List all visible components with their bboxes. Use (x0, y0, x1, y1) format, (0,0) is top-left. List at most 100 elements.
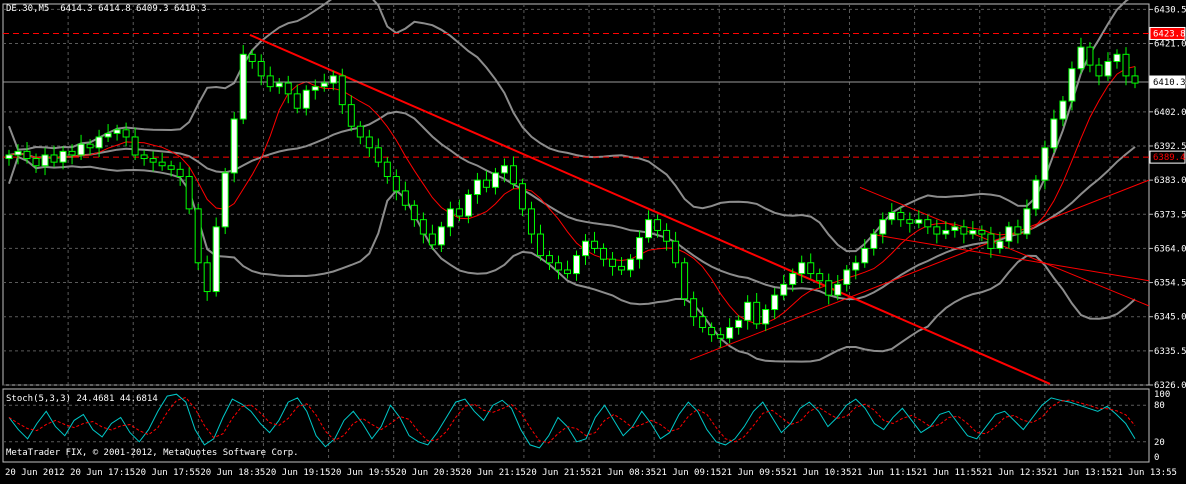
time-label: 20 Jun 19:15 (265, 468, 330, 478)
candle-body (654, 219, 662, 231)
candle-body (987, 233, 995, 249)
candle-body (1023, 208, 1031, 235)
candle-body (852, 262, 860, 271)
time-label: 20 Jun 2012 (5, 468, 65, 478)
candle-body (753, 301, 761, 325)
candle-body (1095, 64, 1103, 77)
candle-body (383, 161, 391, 178)
candle-body (888, 211, 896, 221)
candle-body (5, 154, 13, 160)
candle-body (1122, 53, 1130, 77)
price-tick-label: 6335.5 (1154, 347, 1186, 357)
candle-body (140, 154, 148, 160)
stoch-main-line (8, 393, 1136, 449)
chart-window: 6430.5 6421.0 6410.3 6402.0 6392.5 6383.0 6373… (0, 0, 1186, 480)
candle-body (167, 165, 175, 170)
chart-header: DE.30,M5 6414.3 6414.8 6409.3 6410.3 (6, 4, 207, 14)
channel-upper-line (859, 186, 1150, 307)
candle-body (744, 301, 752, 321)
candle-body (1086, 46, 1094, 66)
candle-body (600, 247, 608, 260)
candle-body (266, 75, 274, 88)
time-label: 21 Jun 09:55 (721, 468, 786, 478)
candle-body (780, 283, 788, 296)
candle-body (491, 172, 499, 188)
candle-body (365, 136, 373, 149)
candle-body (798, 262, 806, 275)
price-tick-label: 6364.0 (1154, 244, 1186, 254)
candle-body (681, 262, 689, 300)
candle-body (582, 240, 590, 257)
candle-body (960, 226, 968, 235)
candle-body (221, 172, 229, 228)
bollinger-lower (8, 155, 1136, 363)
candle-body (726, 326, 734, 339)
candle-body (645, 219, 653, 239)
chart-canvas[interactable]: 6430.5 6421.0 6410.3 6402.0 6392.5 6383.0 6373… (0, 0, 1186, 480)
candle-body (735, 319, 743, 328)
candle-body (906, 219, 914, 224)
candle-body (618, 265, 626, 271)
candle-body (816, 273, 824, 282)
candle-body (933, 226, 941, 235)
candle-body (59, 150, 67, 163)
candle-body (203, 262, 211, 293)
stoch-scale-label: 100 (1154, 390, 1170, 400)
symbol-label: DE.30,M5 (6, 4, 50, 14)
candle-body (464, 194, 472, 217)
candle-body (636, 237, 644, 260)
candle-body (77, 143, 85, 156)
candle-body (149, 158, 157, 163)
price-tick-label: 6373.5 (1154, 210, 1186, 220)
candle-body (699, 316, 707, 328)
candle-body (771, 294, 779, 311)
candle-body (482, 179, 490, 188)
bollinger-upper (8, 0, 1130, 253)
candle-body (690, 298, 698, 318)
candle-body (122, 129, 130, 138)
bollinger-middle (8, 110, 1136, 301)
candle-body (338, 75, 346, 106)
candle-body (356, 125, 364, 138)
candle-body (329, 75, 337, 84)
candle-body (419, 219, 427, 235)
candle-body (708, 326, 716, 336)
candle-body (915, 219, 923, 224)
price-tick-label: 6430.5 (1154, 5, 1186, 15)
stochastic-panel (3, 393, 1149, 449)
candle-body (428, 233, 436, 246)
time-label: 20 Jun 20:35 (396, 468, 461, 478)
candle-body (302, 89, 310, 109)
candle-body (176, 168, 184, 178)
candle-body (536, 233, 544, 257)
price-tick-label: 6354.5 (1154, 279, 1186, 289)
candle-body (23, 150, 31, 160)
candle-body (68, 150, 76, 156)
candle-body (320, 82, 328, 88)
candle-body (275, 82, 283, 88)
candle-body (374, 147, 382, 163)
candle-body (248, 53, 256, 63)
time-label: 21 Jun 12:35 (982, 468, 1047, 478)
candle-body (969, 229, 977, 235)
copyright-label: MetaTrader FIX, © 2001-2012, MetaQuotes … (6, 448, 299, 458)
candle-body (95, 136, 103, 149)
candle-body (978, 229, 986, 235)
candle-body (717, 334, 725, 339)
candle-body (239, 53, 247, 120)
candle-body (41, 154, 49, 167)
candle-body (1032, 179, 1040, 210)
candle-body (473, 179, 481, 195)
candle-body (185, 176, 193, 210)
candle-body (455, 208, 463, 217)
time-label: 21 Jun 08:35 (591, 468, 656, 478)
candle-body (609, 258, 617, 267)
candle-body (663, 229, 671, 242)
candle-body (563, 269, 571, 275)
current-price-label: 6410.3 (1153, 78, 1186, 88)
candle-body (573, 255, 581, 275)
candle-body (627, 258, 635, 271)
time-label: 20 Jun 21:55 (526, 468, 591, 478)
candle-body (951, 226, 959, 231)
candle-body (554, 262, 562, 271)
